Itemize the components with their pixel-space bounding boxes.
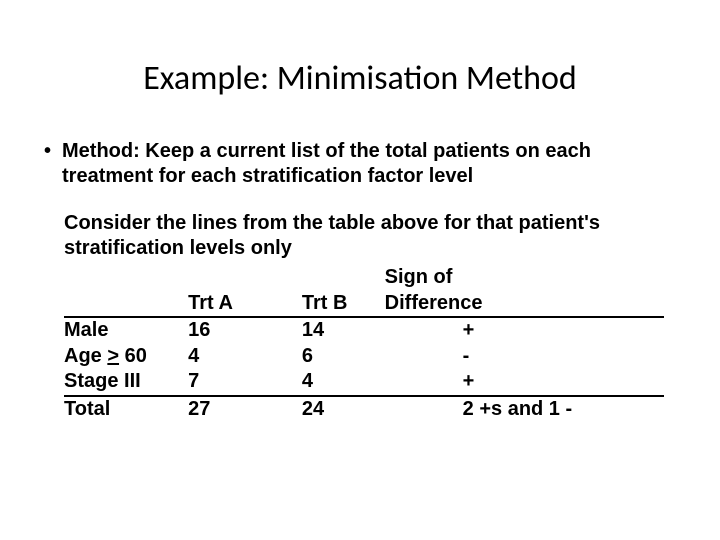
total-trt-b: 24 [302, 396, 385, 423]
row-label-pre: Age [64, 345, 107, 367]
table-wrap: Trt A Trt B Sign of Difference Male 16 1… [42, 265, 678, 423]
sub-text: Consider the lines from the table above … [42, 211, 678, 261]
bullet-dot: • [42, 139, 62, 189]
table-row: Male 16 14 + [64, 317, 664, 344]
row-trt-a: 16 [188, 317, 302, 344]
table-header-row: Trt A Trt B Sign of Difference [64, 265, 664, 317]
slide-body: • Method: Keep a current list of the tot… [0, 139, 720, 423]
row-trt-a: 7 [188, 369, 302, 396]
bullet-item: • Method: Keep a current list of the tot… [42, 139, 678, 189]
slide: Example: Minimisation Method • Method: K… [0, 0, 720, 540]
row-trt-b: 14 [302, 317, 385, 344]
total-label: Total [64, 396, 188, 423]
row-sign: + [385, 317, 664, 344]
row-trt-b: 6 [302, 344, 385, 370]
row-sign: + [385, 369, 664, 396]
row-label-post: 60 [119, 345, 147, 367]
row-label: Age > 60 [64, 344, 188, 370]
header-diff-line1: Sign of [385, 266, 453, 288]
bullet-text: Method: Keep a current list of the total… [62, 139, 678, 189]
header-trt-a: Trt A [188, 265, 302, 317]
table-row: Age > 60 4 6 - [64, 344, 664, 370]
header-trt-b: Trt B [302, 265, 385, 317]
header-blank [64, 265, 188, 317]
header-diff-line2: Difference [385, 292, 483, 314]
minimisation-table: Trt A Trt B Sign of Difference Male 16 1… [64, 265, 664, 423]
slide-title: Example: Minimisation Method [0, 0, 720, 139]
table-row: Stage III 7 4 + [64, 369, 664, 396]
table-total-row: Total 27 24 2 +s and 1 - [64, 396, 664, 423]
header-diff: Sign of Difference [385, 265, 664, 317]
row-trt-b: 4 [302, 369, 385, 396]
row-label-underline: > [107, 345, 119, 367]
row-trt-a: 4 [188, 344, 302, 370]
row-sign: - [385, 344, 664, 370]
total-trt-a: 27 [188, 396, 302, 423]
total-sign: 2 +s and 1 - [385, 396, 664, 423]
row-label: Male [64, 317, 188, 344]
row-label: Stage III [64, 369, 188, 396]
